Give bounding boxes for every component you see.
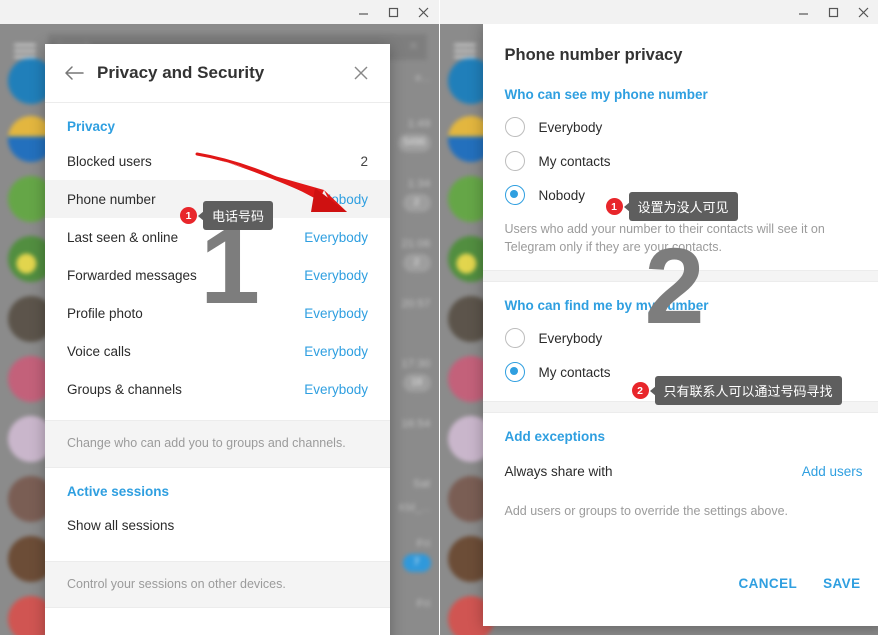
chat-time: Sat	[413, 478, 431, 490]
radio-icon[interactable]	[504, 117, 525, 137]
chat-time: Fri	[416, 538, 431, 550]
radio-label: Everybody	[538, 119, 603, 135]
page-title: Privacy and Security	[97, 63, 265, 82]
radio-label: Everybody	[538, 330, 603, 346]
exceptions-note: Add users or groups to override the sett…	[504, 504, 789, 519]
chat-meta: 16:54	[401, 418, 430, 430]
save-button[interactable]: SAVE	[823, 576, 860, 591]
maximize-icon[interactable]	[379, 0, 409, 24]
unread-badge: 5496	[398, 134, 431, 152]
setting-row-blocked-users[interactable]: Blocked users 2	[45, 142, 390, 180]
add-users-button[interactable]: Add users	[802, 464, 863, 479]
chat-meta: 1:34 2	[402, 178, 431, 212]
radio-icon[interactable]	[504, 151, 525, 171]
radio-see-everybody[interactable]: Everybody	[483, 110, 878, 144]
chat-time: 21:06	[401, 238, 431, 250]
close-icon[interactable]	[346, 58, 376, 88]
groups-note: Change who can add you to groups and cha…	[45, 420, 390, 468]
unread-badge: 2	[402, 254, 431, 272]
radio-label: Nobody	[538, 187, 586, 203]
search-clear-icon[interactable]: ✕	[408, 39, 418, 53]
dialog-actions: CANCEL SAVE	[483, 520, 878, 607]
chat-time: 1:49	[407, 118, 431, 130]
chat-snippet: KM_...	[398, 502, 431, 514]
callout-index: 2	[631, 382, 649, 399]
back-arrow-icon[interactable]	[59, 58, 89, 88]
row-value: Everybody	[304, 229, 368, 245]
chat-meta: Fri 7	[402, 538, 431, 572]
cancel-button[interactable]: CANCEL	[738, 576, 797, 591]
maximize-icon[interactable]	[818, 0, 848, 24]
close-icon[interactable]	[848, 0, 878, 24]
close-icon[interactable]	[409, 0, 439, 24]
sessions-note: Control your sessions on other devices.	[45, 560, 390, 608]
row-value: 2	[360, 153, 368, 169]
section-title-who-can-see: Who can see my phone number	[504, 87, 708, 102]
chat-meta: 20:57	[401, 298, 430, 310]
chat-meta: 1:49 5496	[398, 118, 431, 152]
chat-meta: Fri	[417, 598, 431, 610]
section-title-add-exceptions[interactable]: Add exceptions	[483, 413, 878, 452]
callout-text: 只有联系人可以通过号码寻找	[654, 376, 842, 405]
left-titlebar	[0, 0, 439, 24]
row-value: Nobody	[321, 191, 368, 207]
row-label: Forwarded messages	[67, 267, 197, 283]
chat-time: 16:54	[401, 418, 431, 430]
right-titlebar	[439, 0, 878, 24]
callout-text: 设置为没人可见	[628, 192, 738, 221]
row-label: Always share with	[504, 463, 613, 479]
right-window: e... 1:49 5496 1:34 2	[439, 0, 878, 635]
callout-phone-number: 1 电话号码	[180, 201, 274, 230]
chat-snippet: e...	[415, 72, 431, 84]
left-window: Search ✕ e... 1:49 5496	[0, 0, 440, 635]
app-screen: Search ✕ e... 1:49 5496	[0, 0, 878, 635]
row-label: Voice calls	[67, 343, 131, 359]
row-value: Everybody	[304, 305, 368, 321]
row-label: Last seen & online	[67, 229, 179, 245]
section-title-privacy: Privacy	[67, 119, 116, 134]
row-value: Everybody	[304, 343, 368, 359]
row-label: Phone number	[67, 191, 156, 207]
always-share-with-row[interactable]: Always share with Add users	[483, 452, 878, 490]
chat-meta: e...	[415, 60, 430, 84]
chat-time: 17:30	[401, 358, 431, 370]
row-label: Show all sessions	[67, 518, 175, 533]
radio-label: My contacts	[538, 364, 611, 380]
row-label: Blocked users	[67, 153, 152, 169]
row-label: Profile photo	[67, 305, 143, 321]
unread-badge: 18	[402, 374, 431, 392]
chat-meta: Sat KM_...	[399, 478, 431, 514]
callout-index: 1	[180, 207, 197, 224]
chat-time: 20:57	[401, 298, 431, 310]
row-value: Everybody	[304, 267, 368, 283]
chat-meta: 21:06 2	[401, 238, 431, 272]
row-value: Everybody	[304, 381, 368, 397]
privacy-and-security-dialog: Privacy and Security Privacy Blocked use…	[45, 44, 390, 635]
show-all-sessions-row[interactable]: Show all sessions	[45, 507, 390, 545]
unread-badge: 2	[402, 194, 431, 212]
chat-time: Fri	[416, 598, 431, 610]
chat-meta: 17:30 18	[401, 358, 431, 392]
radio-icon-selected[interactable]	[504, 185, 525, 205]
row-label: Groups & channels	[67, 381, 182, 397]
radio-icon-selected[interactable]	[504, 362, 525, 383]
setting-row-voice-calls[interactable]: Voice calls Everybody	[45, 332, 390, 370]
callout-index: 1	[605, 198, 623, 215]
step-number-2: 2	[644, 225, 705, 346]
minimize-icon[interactable]	[349, 0, 379, 24]
section-title-active-sessions[interactable]: Active sessions	[45, 468, 390, 507]
radio-icon[interactable]	[504, 328, 525, 349]
dialog-title: Phone number privacy	[504, 46, 683, 64]
minimize-icon[interactable]	[788, 0, 818, 24]
unread-badge: 7	[402, 554, 431, 572]
callout-text: 电话号码	[203, 201, 274, 230]
setting-row-groups-channels[interactable]: Groups & channels Everybody	[45, 370, 390, 408]
radio-label: My contacts	[538, 153, 611, 169]
callout-set-nobody: 1 设置为没人可见	[605, 192, 738, 221]
chat-time: 1:34	[407, 178, 431, 190]
radio-see-my-contacts[interactable]: My contacts	[483, 144, 878, 178]
dialog-header: Privacy and Security	[45, 44, 390, 103]
callout-find-by-contacts: 2 只有联系人可以通过号码寻找	[631, 376, 842, 405]
